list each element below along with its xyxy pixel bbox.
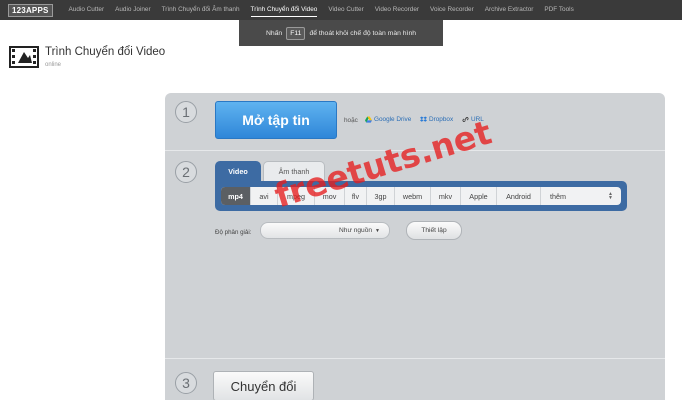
- convert-button[interactable]: Chuyển đổi: [213, 371, 314, 400]
- format-option[interactable]: mp4: [221, 187, 251, 205]
- page-subtitle: online: [45, 62, 62, 68]
- open-file-button[interactable]: Mở tập tin: [215, 101, 337, 139]
- nav-item[interactable]: Archive Extractor: [485, 0, 534, 20]
- format-option[interactable]: Apple: [461, 187, 497, 205]
- fullscreen-tooltip: Nhấn F11 để thoát khỏi chế độ toàn màn h…: [239, 20, 443, 46]
- page-title: Trình Chuyển đổi Video: [45, 46, 166, 58]
- step-divider: [165, 358, 665, 359]
- dropbox-link[interactable]: Dropbox: [420, 116, 453, 123]
- step-3-number: 3: [175, 372, 197, 394]
- format-option[interactable]: 3gp: [367, 187, 395, 205]
- dropbox-icon: [420, 116, 427, 122]
- format-more-dropdown[interactable]: thêm ▲ ▼: [541, 187, 621, 205]
- f11-key: F11: [286, 26, 306, 40]
- format-more-label: thêm: [550, 191, 566, 201]
- nav-item[interactable]: Video Recorder: [375, 0, 419, 20]
- fullscreen-tooltip-before: Nhấn: [265, 29, 283, 37]
- nav-item[interactable]: Voice Recorder: [430, 0, 474, 20]
- nav-item[interactable]: Trình Chuyển đổi Âm thanh: [162, 0, 240, 20]
- or-text: hoặc: [344, 117, 358, 124]
- top-navigation-bar: 123APPS Audio Cutter Audio Joiner Trình Ch…: [0, 0, 682, 20]
- brand-logo[interactable]: 123APPS: [2, 0, 59, 20]
- nav-item[interactable]: Trình Chuyển đổi Video: [250, 4, 318, 17]
- google-drive-icon: [365, 116, 372, 123]
- google-drive-link[interactable]: Google Drive: [365, 116, 411, 123]
- google-drive-label: Google Drive: [374, 116, 412, 123]
- step-1-number: 1: [175, 101, 197, 123]
- format-option[interactable]: webm: [395, 187, 431, 205]
- app-nav: Audio Cutter Audio Joiner Trình Chuyển đổi…: [69, 0, 585, 20]
- nav-item[interactable]: Audio Cutter: [69, 0, 105, 20]
- resolution-value: Như nguồn: [339, 227, 373, 234]
- resolution-select[interactable]: Như nguồn ▼: [260, 222, 390, 239]
- nav-item[interactable]: Video Cutter: [328, 0, 363, 20]
- fullscreen-tooltip-after: để thoát khỏi chế độ toàn màn hình: [309, 29, 417, 37]
- step-2-number: 2: [175, 161, 197, 183]
- nav-item[interactable]: PDF Tools: [544, 0, 573, 20]
- up-down-arrows-icon: ▲ ▼: [608, 191, 613, 201]
- chevron-down-icon: ▼: [375, 227, 380, 234]
- film-icon: [9, 46, 39, 68]
- format-option[interactable]: mkv: [431, 187, 461, 205]
- format-option[interactable]: Android: [497, 187, 541, 205]
- resolution-label: Độ phân giải:: [215, 229, 252, 236]
- tab-video[interactable]: Video: [215, 161, 261, 181]
- settings-button[interactable]: Thiết lập: [406, 221, 462, 240]
- nav-item[interactable]: Audio Joiner: [115, 0, 151, 20]
